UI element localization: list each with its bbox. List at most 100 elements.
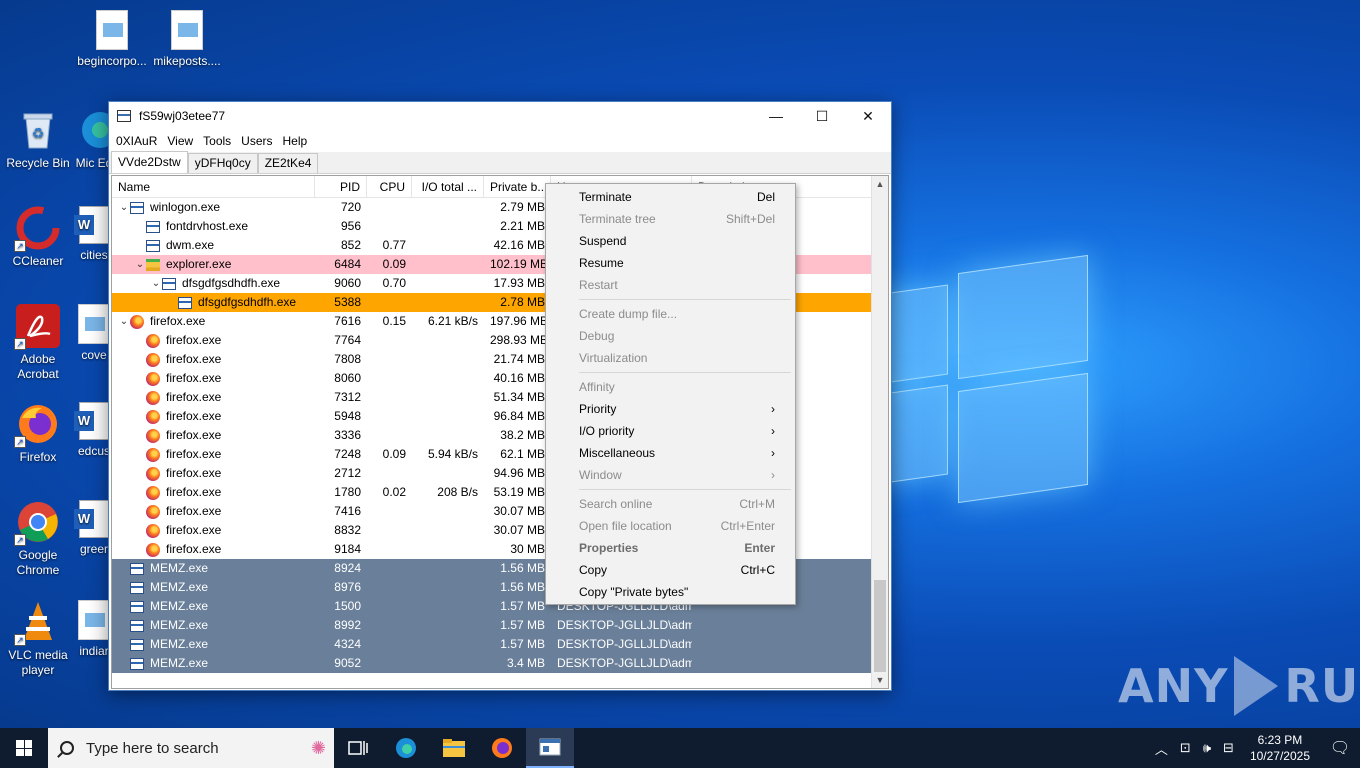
menu-item-i-o-priority[interactable]: I/O priority › <box>546 420 795 442</box>
menu-item-copy-private-bytes[interactable]: Copy "Private bytes" <box>546 581 795 603</box>
process-private-bytes-cell: 102.19 MB <box>490 257 549 271</box>
chevron-up-icon[interactable]: ︿ <box>1149 739 1174 758</box>
column-cpu[interactable]: CPU <box>367 176 412 197</box>
application-icon <box>162 277 176 290</box>
taskbar-search[interactable]: Type here to search ✺ <box>48 728 334 768</box>
maximize-button[interactable]: ☐ <box>799 102 845 130</box>
scroll-thumb[interactable] <box>874 580 886 672</box>
volume-icon[interactable]: 🕪 <box>1197 740 1217 756</box>
menu-item-copy[interactable]: Copy Ctrl+C <box>546 559 795 581</box>
firefox-icon <box>146 485 160 500</box>
process-name: firefox.exe <box>166 352 222 366</box>
menu-item-resume[interactable]: Resume <box>546 252 795 274</box>
process-name-cell: firefox.exe <box>112 331 315 350</box>
watermark-text-right: RUN <box>1284 659 1360 713</box>
menu-help[interactable]: Help <box>278 130 313 152</box>
column-private-bytes[interactable]: Private b... <box>484 176 551 197</box>
process-description-cell <box>692 616 872 635</box>
close-button[interactable]: ✕ <box>845 102 891 130</box>
menu-item-create-dump-file[interactable]: Create dump file... <box>546 303 795 325</box>
desktop-icon-mikeposts[interactable]: mikeposts.... <box>149 10 225 69</box>
firefox-icon <box>146 371 160 386</box>
menu-hacker[interactable]: 0XIAuR <box>111 130 162 152</box>
taskbar-firefox-button[interactable] <box>478 728 526 768</box>
scroll-up-arrow-icon[interactable]: ▲ <box>872 176 888 192</box>
desktop-icon-recycle-bin[interactable]: ♻ Recycle Bin <box>0 108 76 171</box>
menu-item-open-file-location[interactable]: Open file location Ctrl+Enter <box>546 515 795 537</box>
taskbar-edge-button[interactable] <box>382 728 430 768</box>
tab-services[interactable]: yDFHq0cy <box>187 153 258 173</box>
column-io-total[interactable]: I/O total ... <box>412 176 484 197</box>
notifications-icon[interactable]: 🗨 <box>1320 728 1360 768</box>
tab-network[interactable]: ZE2tKe4 <box>257 153 319 173</box>
process-io-total-cell <box>412 521 484 540</box>
process-name-cell: firefox.exe <box>112 445 315 464</box>
desktop-icon-google-chrome[interactable]: ↗ Google Chrome <box>0 500 76 578</box>
vlc-cone-icon: ↗ <box>14 600 60 646</box>
desktop-icon-firefox[interactable]: ↗ Firefox <box>0 402 76 465</box>
process-name-cell: firefox.exe <box>112 540 315 559</box>
desktop-icon-ccleaner[interactable]: ↗ CCleaner <box>0 206 76 269</box>
application-icon <box>130 581 144 594</box>
tab-processes[interactable]: VVde2Dstw <box>111 151 188 173</box>
meet-now-icon[interactable]: ⊡ <box>1174 740 1197 756</box>
menu-item-properties[interactable]: Properties Enter <box>546 537 795 559</box>
process-pid-cell: 1780 <box>334 485 361 499</box>
process-row[interactable]: MEMZ.exe 8992 1.57 MB DESKTOP-JGLLJLD\admi <box>112 616 888 635</box>
expand-chevron-icon[interactable]: ⌄ <box>134 255 146 274</box>
process-row[interactable]: MEMZ.exe 9052 3.4 MB DESKTOP-JGLLJLD\admi <box>112 654 888 673</box>
process-user-cell: DESKTOP-JGLLJLD\admi <box>557 656 692 670</box>
system-tray: ︿ ⊡ 🕪 ⊟ 6:23 PM 10/27/2025 🗨 <box>1149 728 1360 768</box>
minimize-button[interactable]: — <box>753 102 799 130</box>
task-view-button[interactable] <box>334 728 382 768</box>
menu-item-miscellaneous[interactable]: Miscellaneous › <box>546 442 795 464</box>
menu-item-debug[interactable]: Debug <box>546 325 795 347</box>
menu-users[interactable]: Users <box>236 130 277 152</box>
menu-view[interactable]: View <box>162 130 198 152</box>
play-logo-icon <box>1234 656 1279 716</box>
start-button[interactable] <box>0 728 48 768</box>
expand-chevron-icon[interactable]: ⌄ <box>118 312 130 331</box>
process-private-bytes-cell: 1.57 MB <box>500 599 545 613</box>
process-io-total-cell <box>412 369 484 388</box>
process-pid-cell: 7764 <box>334 333 361 347</box>
process-pid-cell: 7808 <box>334 352 361 366</box>
menu-item-terminate[interactable]: Terminate Del <box>546 186 795 208</box>
menu-item-label: Restart <box>579 278 618 292</box>
process-name: explorer.exe <box>166 257 232 271</box>
title-bar[interactable]: fS59wj03etee77 — ☐ ✕ <box>109 102 891 130</box>
column-pid[interactable]: PID <box>315 176 367 197</box>
process-private-bytes-cell: 96.84 MB <box>493 409 545 423</box>
process-io-total-cell <box>412 236 484 255</box>
column-name[interactable]: Name <box>112 176 315 197</box>
menu-item-restart[interactable]: Restart <box>546 274 795 296</box>
process-name-cell: firefox.exe <box>112 388 315 407</box>
desktop-icon-vlc[interactable]: ↗ VLC media player <box>0 600 76 678</box>
menu-item-virtualization[interactable]: Virtualization <box>546 347 795 369</box>
menu-item-priority[interactable]: Priority › <box>546 398 795 420</box>
menu-item-suspend[interactable]: Suspend <box>546 230 795 252</box>
expand-chevron-icon[interactable]: ⌄ <box>118 198 130 217</box>
vertical-scrollbar[interactable]: ▲ ▼ <box>871 176 888 688</box>
menu-item-search-online[interactable]: Search online Ctrl+M <box>546 493 795 515</box>
process-private-bytes-cell: 21.74 MB <box>493 352 545 366</box>
menu-tools[interactable]: Tools <box>198 130 236 152</box>
process-name: winlogon.exe <box>150 200 221 214</box>
shortcut-arrow-icon: ↗ <box>14 634 26 646</box>
application-icon <box>130 619 144 632</box>
menu-item-affinity[interactable]: Affinity <box>546 376 795 398</box>
expand-chevron-icon[interactable]: ⌄ <box>150 274 162 293</box>
desktop-icon-begincorpo[interactable]: begincorpo... <box>74 10 150 69</box>
scroll-down-arrow-icon[interactable]: ▼ <box>872 672 888 688</box>
process-name-cell: firefox.exe <box>112 521 315 540</box>
menu-item-window[interactable]: Window › <box>546 464 795 486</box>
clock[interactable]: 6:23 PM 10/27/2025 <box>1240 732 1320 764</box>
taskbar-process-hacker-button[interactable] <box>526 728 574 768</box>
taskbar-file-explorer-button[interactable] <box>430 728 478 768</box>
shortcut-arrow-icon: ↗ <box>14 534 26 546</box>
network-icon[interactable]: ⊟ <box>1217 740 1240 756</box>
process-private-bytes-cell: 1.56 MB <box>500 561 545 575</box>
desktop-icon-adobe-acrobat[interactable]: ↗ Adobe Acrobat <box>0 304 76 382</box>
process-row[interactable]: MEMZ.exe 4324 1.57 MB DESKTOP-JGLLJLD\admi <box>112 635 888 654</box>
menu-item-terminate-tree[interactable]: Terminate tree Shift+Del <box>546 208 795 230</box>
